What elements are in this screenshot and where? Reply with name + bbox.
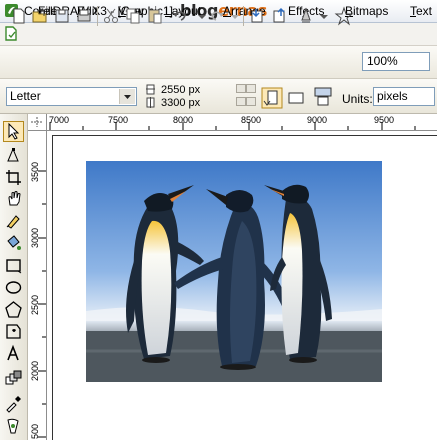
ruler-label: 3500 (30, 161, 40, 182)
ellipse-tool-icon[interactable] (4, 278, 23, 297)
ruler-label: 8500 (241, 115, 262, 125)
ruler-label: 2500 (30, 294, 40, 315)
height-spin-up[interactable] (236, 97, 246, 106)
redo-dropdown-icon[interactable] (225, 6, 245, 26)
width-spin-down[interactable] (246, 84, 256, 93)
ruler-label: 7500 (108, 115, 129, 125)
ruler-label: 8000 (173, 115, 194, 125)
cut-icon[interactable] (101, 6, 121, 26)
save-icon[interactable] (52, 6, 72, 26)
width-spin-up[interactable] (236, 84, 246, 93)
open-icon[interactable] (30, 6, 50, 26)
page-width-icon (146, 84, 155, 95)
ruler-label: 7000 (49, 115, 70, 125)
copy-icon[interactable] (123, 6, 143, 26)
text-tool-icon[interactable] (4, 344, 23, 363)
portrait-orientation-icon[interactable] (261, 87, 283, 109)
ruler-label: 9500 (374, 115, 395, 125)
eyedropper-tool-icon[interactable] (4, 394, 23, 413)
zoom-level-input[interactable]: 100% (362, 52, 430, 71)
zoom-pan-tool-icon[interactable] (4, 189, 23, 208)
page-height-icon (146, 97, 155, 108)
shape-tool-icon[interactable] (4, 146, 23, 165)
new-document-icon[interactable] (9, 6, 29, 26)
menu-bar (0, 23, 437, 46)
outline-tool-icon[interactable] (4, 417, 23, 436)
crop-tool-icon[interactable] (4, 168, 23, 187)
application-launcher-icon[interactable] (296, 6, 316, 26)
height-spin-down[interactable] (246, 97, 256, 106)
paste-icon[interactable] (145, 6, 165, 26)
page-width-value[interactable]: 2550 px (161, 84, 200, 96)
menu-text[interactable]: Text (410, 4, 432, 18)
paper-type-value: Letter (10, 89, 41, 103)
launcher-dropdown-icon[interactable] (314, 6, 334, 26)
units-select[interactable]: pixels (373, 87, 435, 106)
units-label: Units: (342, 92, 373, 106)
export-icon[interactable] (270, 6, 290, 26)
paper-type-select[interactable]: Letter (6, 87, 137, 106)
page-height-value[interactable]: 3300 px (161, 97, 200, 109)
page-layout-icon[interactable] (312, 85, 334, 107)
ruler-origin[interactable] (28, 114, 47, 131)
units-value: pixels (377, 89, 408, 103)
ruler-label: 2000 (30, 360, 40, 381)
ruler-origin-crosshair-icon (31, 117, 43, 127)
ruler-label: 500 (30, 423, 40, 439)
rectangle-tool-icon[interactable] (4, 256, 23, 275)
interactive-blend-tool-icon[interactable] (4, 369, 23, 388)
polygon-tool-icon[interactable] (4, 300, 23, 319)
document-icon[interactable] (4, 26, 18, 41)
basic-shapes-tool-icon[interactable] (4, 322, 23, 341)
undo-icon[interactable] (170, 6, 190, 26)
chevron-down-icon[interactable] (119, 89, 135, 104)
ruler-label: 9000 (307, 115, 328, 125)
redo-icon[interactable] (207, 6, 227, 26)
toolbar-separator (97, 6, 98, 26)
ruler-label: 3000 (30, 227, 40, 248)
smart-fill-tool-icon[interactable] (4, 233, 23, 252)
toolbar-separator (243, 6, 244, 26)
penguins-bitmap-image[interactable] (86, 161, 382, 382)
landscape-orientation-icon[interactable] (286, 89, 306, 107)
import-icon[interactable] (248, 6, 268, 26)
pick-tool-icon[interactable] (3, 121, 24, 142)
corel-online-icon[interactable] (334, 6, 354, 26)
print-icon[interactable] (74, 6, 94, 26)
freehand-tool-icon[interactable] (4, 211, 23, 230)
